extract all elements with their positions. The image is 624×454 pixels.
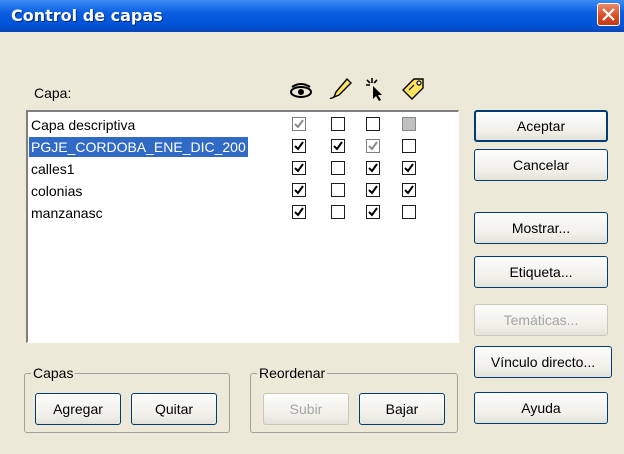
layer-row[interactable]: Capa descriptiva: [28, 114, 459, 136]
show-button[interactable]: Mostrar...: [474, 212, 608, 244]
reorder-group-label: Reordenar: [257, 365, 328, 381]
thematic-button-label: Temáticas...: [503, 312, 579, 328]
labeled-checkbox[interactable]: [402, 161, 416, 175]
labeled-checkbox[interactable]: [402, 183, 416, 197]
direct-link-button[interactable]: Vínculo directo...: [474, 346, 612, 378]
layer-name: manzanasc: [31, 205, 103, 221]
add-layer-button-label: Agregar: [53, 401, 103, 417]
labeled-checkbox[interactable]: [402, 205, 416, 219]
title-bar[interactable]: Control de capas: [0, 0, 624, 32]
remove-layer-button-label: Quitar: [154, 401, 194, 417]
layer-row[interactable]: calles1: [28, 158, 459, 180]
checkmark-icon: [368, 207, 378, 217]
pencil-icon: [329, 77, 352, 100]
select-cursor-icon: [366, 78, 382, 101]
direct-link-button-label: Vínculo directo...: [490, 354, 596, 370]
layer-name: Capa descriptiva: [31, 117, 136, 133]
layer-row[interactable]: PGJE_CORDOBA_ENE_DIC_200: [28, 136, 459, 158]
layer-name: calles1: [31, 161, 75, 177]
selectable-checkbox[interactable]: [366, 161, 380, 175]
checkmark-icon: [294, 163, 304, 173]
visible-checkbox[interactable]: [292, 183, 306, 197]
labeled-checkbox[interactable]: [402, 139, 416, 153]
editable-checkbox[interactable]: [331, 117, 345, 131]
move-down-button-label: Bajar: [385, 401, 419, 417]
layer-control-dialog: Control de capas Capa: Capa descriptiva …: [0, 0, 624, 454]
layers-group-label: Capas: [31, 365, 76, 381]
add-layer-button[interactable]: Agregar: [35, 393, 121, 425]
checkmark-icon: [294, 119, 304, 129]
close-button[interactable]: [597, 3, 620, 26]
checkmark-icon: [333, 141, 343, 151]
checkmark-icon: [294, 141, 304, 151]
checkmark-icon: [368, 163, 378, 173]
checkmark-icon: [294, 207, 304, 217]
checkmark-icon: [368, 141, 378, 151]
cancel-button[interactable]: Cancelar: [474, 149, 608, 181]
visible-checkbox[interactable]: [292, 117, 306, 131]
selectable-checkbox[interactable]: [366, 183, 380, 197]
layer-row[interactable]: colonias: [28, 180, 459, 202]
accept-button[interactable]: Aceptar: [474, 110, 608, 142]
editable-checkbox[interactable]: [331, 183, 345, 197]
visible-checkbox[interactable]: [292, 139, 306, 153]
layer-row[interactable]: manzanasc: [28, 202, 459, 224]
tag-label-icon: [402, 78, 424, 100]
close-icon: [602, 8, 615, 21]
checkmark-icon: [368, 185, 378, 195]
eye-icon: [290, 83, 312, 98]
selectable-checkbox[interactable]: [366, 139, 380, 153]
checkmark-icon: [404, 185, 414, 195]
layer-list[interactable]: Capa descriptiva PGJE_CORDOBA_ENE_DIC_20…: [26, 110, 459, 343]
checkmark-icon: [404, 163, 414, 173]
help-button-label: Ayuda: [521, 400, 561, 416]
visible-checkbox[interactable]: [292, 205, 306, 219]
window-title: Control de capas: [11, 6, 163, 25]
thematic-button[interactable]: Temáticas...: [474, 304, 608, 336]
show-button-label: Mostrar...: [511, 220, 571, 236]
help-button[interactable]: Ayuda: [474, 392, 608, 424]
move-up-button[interactable]: Subir: [263, 393, 349, 425]
layers-group: Capas Agregar Quitar: [24, 365, 230, 433]
label-button-label: Etiqueta...: [509, 264, 573, 280]
move-up-button-label: Subir: [289, 401, 323, 417]
layer-name: PGJE_CORDOBA_ENE_DIC_200: [29, 137, 248, 157]
editable-checkbox[interactable]: [331, 205, 345, 219]
visible-checkbox[interactable]: [292, 161, 306, 175]
layer-list-label: Capa:: [34, 85, 72, 101]
editable-checkbox[interactable]: [331, 139, 345, 153]
layer-name: colonias: [31, 183, 83, 199]
labeled-checkbox[interactable]: [402, 117, 416, 131]
selectable-checkbox[interactable]: [366, 117, 380, 131]
selectable-checkbox[interactable]: [366, 205, 380, 219]
move-down-button[interactable]: Bajar: [359, 393, 445, 425]
accept-button-label: Aceptar: [516, 118, 566, 134]
reorder-group: Reordenar Subir Bajar: [250, 365, 458, 433]
label-button[interactable]: Etiqueta...: [474, 256, 608, 288]
editable-checkbox[interactable]: [331, 161, 345, 175]
remove-layer-button[interactable]: Quitar: [131, 393, 217, 425]
cancel-button-label: Cancelar: [512, 157, 570, 173]
checkmark-icon: [294, 185, 304, 195]
